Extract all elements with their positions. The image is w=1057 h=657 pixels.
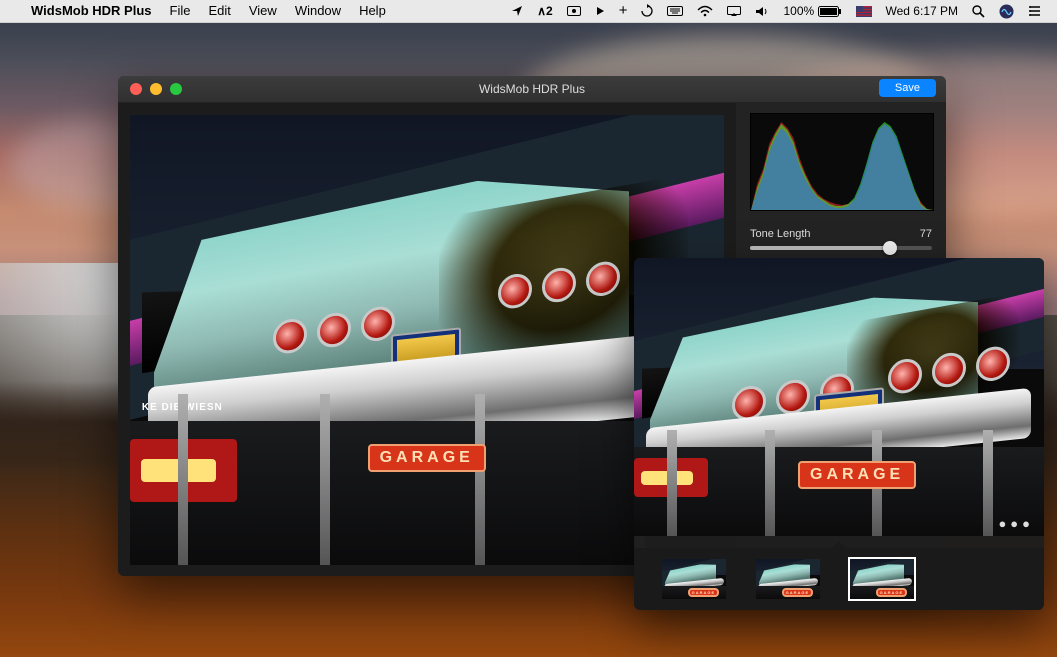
photo-sign: GARAGE bbox=[368, 444, 486, 472]
adobe-cc-icon[interactable]: ∧2 bbox=[530, 0, 559, 22]
tone-length-value: 77 bbox=[920, 228, 932, 240]
wifi-icon[interactable] bbox=[690, 6, 720, 17]
zoom-button[interactable] bbox=[170, 83, 182, 95]
battery-pct: 100% bbox=[783, 0, 814, 22]
sync-icon[interactable] bbox=[634, 5, 660, 17]
tone-length-label: Tone Length bbox=[750, 228, 811, 240]
menu-file[interactable]: File bbox=[161, 0, 200, 22]
app-menu[interactable]: WidsMob HDR Plus bbox=[22, 0, 161, 22]
add-icon[interactable]: + bbox=[612, 0, 635, 22]
preview-popover: GARAGE ●●● GARAGE GARAGE GARAGE bbox=[634, 258, 1044, 610]
volume-icon[interactable] bbox=[748, 6, 776, 17]
macos-menu-bar: WidsMob HDR Plus File Edit View Window H… bbox=[0, 0, 1057, 23]
thumbnail-2[interactable]: GARAGE bbox=[754, 557, 822, 601]
siri-icon[interactable] bbox=[992, 4, 1021, 19]
spotlight-icon[interactable] bbox=[965, 5, 992, 18]
title-bar[interactable]: WidsMob HDR Plus Save bbox=[118, 76, 946, 103]
histogram bbox=[750, 113, 934, 211]
save-button[interactable]: Save bbox=[879, 79, 936, 97]
menu-window[interactable]: Window bbox=[286, 0, 350, 22]
battery-status[interactable]: 100% bbox=[776, 0, 848, 22]
minimize-button[interactable] bbox=[150, 83, 162, 95]
preview-image[interactable]: GARAGE bbox=[634, 258, 1044, 536]
location-icon[interactable] bbox=[504, 5, 530, 17]
menu-edit[interactable]: Edit bbox=[199, 0, 239, 22]
play-icon[interactable] bbox=[588, 6, 612, 16]
thumbnail-1[interactable]: GARAGE bbox=[660, 557, 728, 601]
notification-center-icon[interactable] bbox=[1021, 5, 1049, 17]
adobe-count: 2 bbox=[546, 0, 553, 22]
menu-view[interactable]: View bbox=[240, 0, 286, 22]
keyboard-icon[interactable] bbox=[660, 6, 690, 16]
thumbnail-3[interactable]: GARAGE bbox=[848, 557, 916, 601]
menu-help[interactable]: Help bbox=[350, 0, 395, 22]
window-controls bbox=[118, 83, 182, 95]
tone-length-control: Tone Length 77 bbox=[750, 228, 932, 250]
thumbnail-strip: GARAGE GARAGE GARAGE bbox=[634, 548, 1044, 610]
tone-length-slider[interactable] bbox=[750, 246, 932, 250]
clock[interactable]: Wed 6:17 PM bbox=[879, 0, 965, 22]
airplay-icon[interactable] bbox=[720, 6, 748, 17]
window-title: WidsMob HDR Plus bbox=[118, 82, 946, 96]
close-button[interactable] bbox=[130, 83, 142, 95]
input-flag-icon[interactable] bbox=[849, 6, 879, 17]
more-icon[interactable]: ●●● bbox=[998, 516, 1034, 531]
screen-record-icon[interactable] bbox=[560, 6, 588, 16]
